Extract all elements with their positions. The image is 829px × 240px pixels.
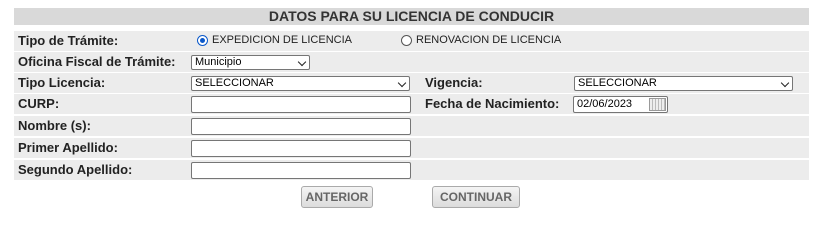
calendar-icon[interactable]: [649, 98, 666, 111]
tipo-licencia-select-value: SELECCIONAR: [195, 77, 274, 89]
anterior-button[interactable]: ANTERIOR: [301, 186, 373, 208]
row-tipo-tramite: Tipo de Trámite: EXPEDICION DE LICENCIA …: [14, 31, 809, 51]
row-primer-apellido: Primer Apellido:: [14, 138, 809, 158]
nombre-input[interactable]: [191, 118, 411, 135]
tipo-licencia-label: Tipo Licencia:: [18, 75, 106, 90]
oficina-select-value: Municipio: [195, 56, 242, 68]
radio-expedicion-circle[interactable]: [197, 34, 208, 46]
curp-label: CURP:: [18, 96, 60, 111]
radio-expedicion-label: EXPEDICION DE LICENCIA: [212, 34, 352, 46]
radio-renovacion[interactable]: RENOVACION DE LICENCIA: [401, 34, 561, 46]
chevron-down-icon: [397, 78, 407, 88]
continuar-button[interactable]: CONTINUAR: [432, 186, 520, 208]
fecha-nacimiento-value: 02/06/2023: [577, 98, 633, 110]
chevron-down-icon: [780, 78, 790, 88]
primer-apellido-label: Primer Apellido:: [18, 140, 118, 155]
oficina-label: Oficina Fiscal de Trámite:: [18, 54, 176, 69]
row-segundo-apellido: Segundo Apellido:: [14, 160, 809, 180]
chevron-down-icon: [297, 57, 307, 67]
primer-apellido-input[interactable]: [191, 140, 411, 157]
fecha-nacimiento-input[interactable]: 02/06/2023: [573, 96, 668, 113]
row-oficina: Oficina Fiscal de Trámite: Municipio: [14, 52, 809, 72]
vigencia-select-value: SELECCIONAR: [578, 77, 657, 89]
curp-input[interactable]: [191, 96, 411, 113]
oficina-select[interactable]: Municipio: [191, 55, 310, 70]
segundo-apellido-input[interactable]: [191, 162, 411, 179]
form-title: DATOS PARA SU LICENCIA DE CONDUCIR: [14, 8, 809, 25]
nombre-label: Nombre (s):: [18, 118, 91, 133]
fecha-nacimiento-label: Fecha de Nacimiento:: [425, 96, 560, 111]
row-curp: CURP: Fecha de Nacimiento: 02/06/2023: [14, 94, 809, 114]
tipo-licencia-select[interactable]: SELECCIONAR: [191, 76, 410, 91]
row-tipo-licencia: Tipo Licencia: SELECCIONAR Vigencia: SEL…: [14, 73, 809, 93]
radio-expedicion[interactable]: EXPEDICION DE LICENCIA: [197, 34, 352, 46]
radio-renovacion-label: RENOVACION DE LICENCIA: [416, 34, 562, 46]
radio-renovacion-circle[interactable]: [401, 34, 412, 46]
vigencia-label: Vigencia:: [425, 75, 483, 90]
vigencia-select[interactable]: SELECCIONAR: [574, 76, 793, 91]
tipo-tramite-label: Tipo de Trámite:: [18, 33, 119, 48]
segundo-apellido-label: Segundo Apellido:: [18, 162, 133, 177]
row-nombre: Nombre (s):: [14, 116, 809, 136]
